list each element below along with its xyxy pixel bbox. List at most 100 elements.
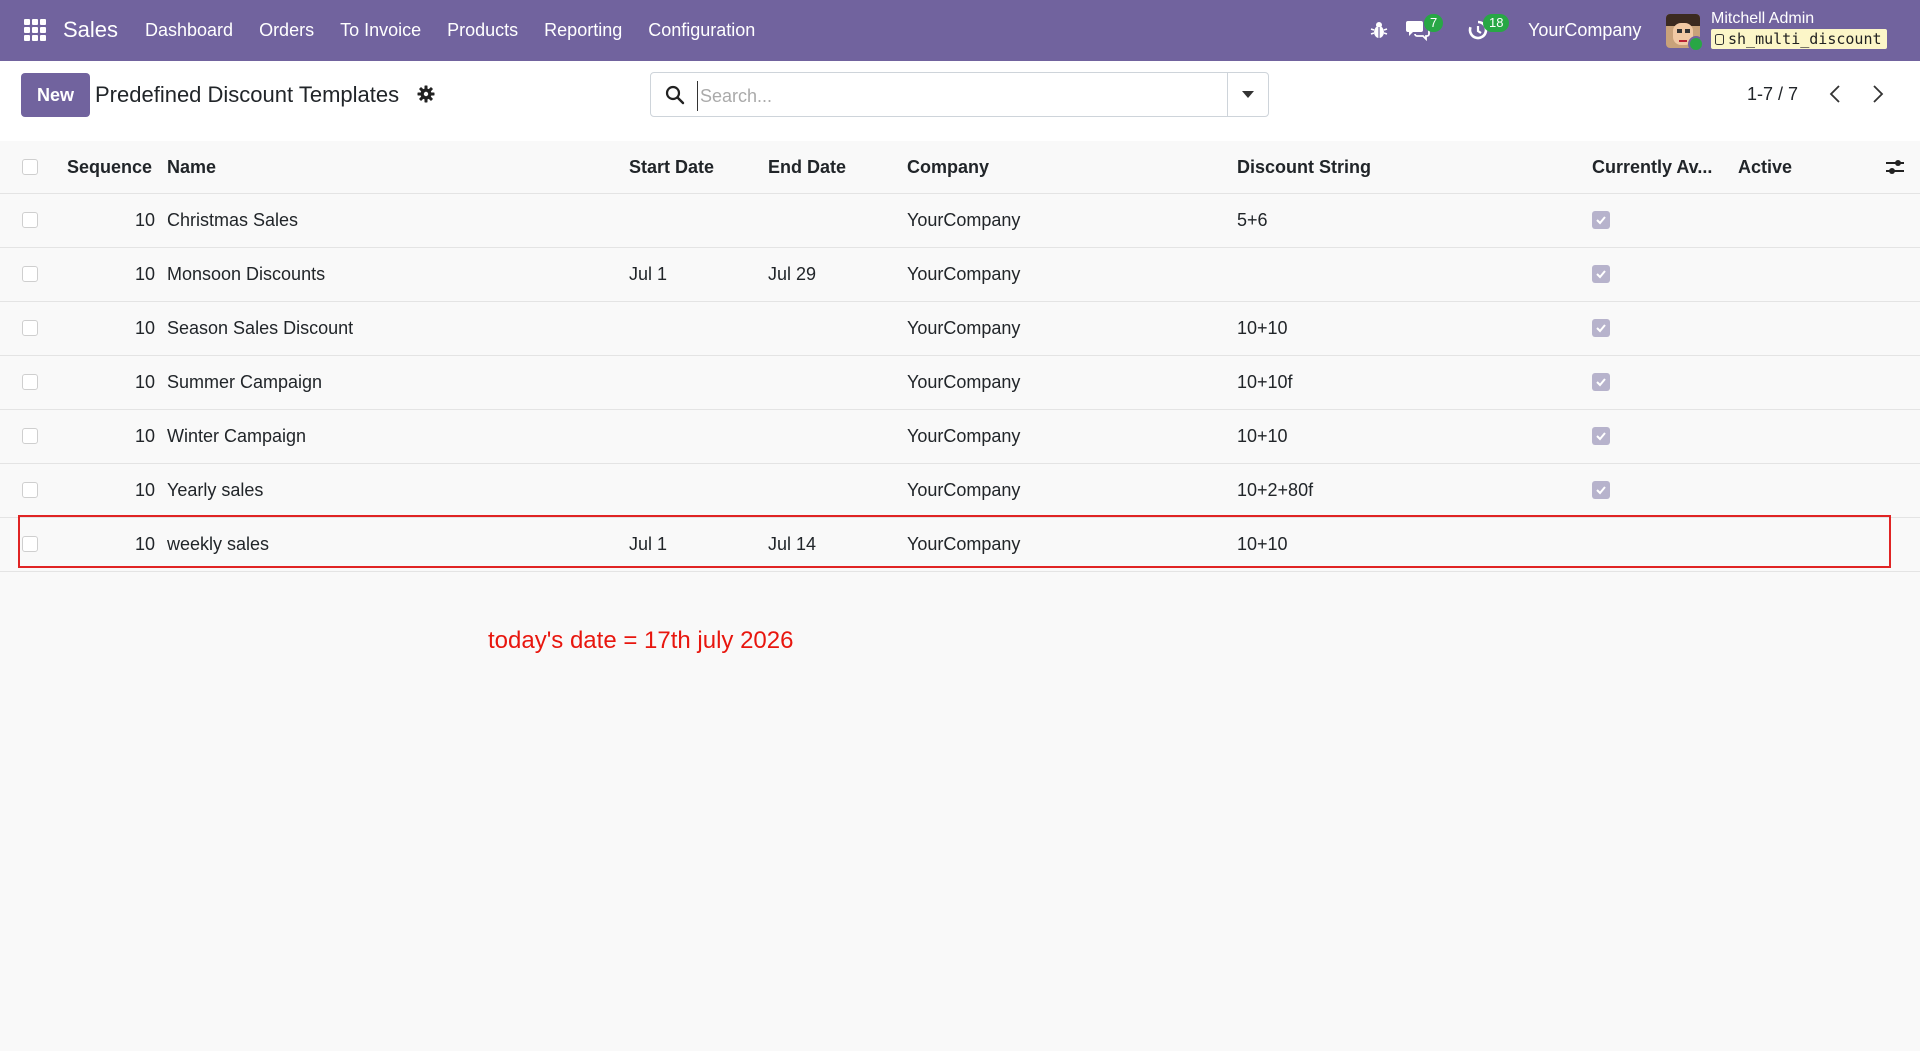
cell-company: YourCompany [907,426,1021,446]
chevron-right-icon [1873,85,1884,103]
new-button[interactable]: New [21,73,90,117]
cell-company: YourCompany [907,480,1021,500]
control-panel: New Predefined Discount Templates Search… [0,61,1920,142]
pager-previous-button[interactable] [1823,81,1849,107]
cell-start-date: Jul 1 [629,264,668,284]
menu-item-dashboard[interactable]: Dashboard [145,20,233,41]
chevron-left-icon [1829,85,1840,103]
checkmark-icon [1596,378,1606,387]
row-checkbox[interactable] [22,266,38,282]
table-row[interactable]: 10 Summer Campaign YourCompany 10+10f [0,356,1920,410]
row-checkbox[interactable] [22,536,38,552]
database-icon [1715,34,1724,45]
table-row[interactable]: 10 weekly sales Jul 1 Jul 14 YourCompany 10+1… [0,518,1920,572]
row-checkbox[interactable] [22,374,38,390]
column-header-end-date[interactable]: End Date [768,141,846,193]
online-status-icon [1688,36,1704,52]
table-row[interactable]: 10 Christmas Sales YourCompany 5+6 [0,194,1920,248]
bug-icon[interactable] [1370,20,1388,45]
annotation-note: today's date = 17th july 2026 [488,627,794,654]
cell-name: Winter Campaign [167,426,307,446]
messages-count-badge: 7 [1424,14,1444,32]
select-all-checkbox[interactable] [22,159,38,175]
currently-available-checkbox [1592,427,1610,445]
cell-discount-string: 10+2+80f [1237,480,1314,500]
cell-end-date: Jul 29 [768,264,817,284]
cell-discount-string: 5+6 [1237,210,1268,230]
cell-sequence: 10 [134,210,155,230]
cell-sequence: 10 [134,534,155,554]
cell-discount-string: 10+10f [1237,372,1293,392]
cell-name: Yearly sales [167,480,264,500]
cell-company: YourCompany [907,318,1021,338]
user-name[interactable]: Mitchell Admin [1711,10,1814,28]
cell-company: YourCompany [907,264,1021,284]
column-header-start-date[interactable]: Start Date [629,141,714,193]
app-name[interactable]: Sales [63,17,118,43]
cell-sequence: 10 [134,426,155,446]
search-options-toggle[interactable] [1227,73,1268,116]
cell-company: YourCompany [907,372,1021,392]
database-badge: sh_multi_discount [1711,29,1887,49]
checkmark-icon [1596,216,1606,225]
table-row[interactable]: 10 Yearly sales YourCompany 10+2+80f [0,464,1920,518]
cell-end-date: Jul 14 [768,534,817,554]
cell-sequence: 10 [134,480,155,500]
database-name: sh_multi_discount [1728,30,1882,48]
cell-name: weekly sales [167,534,270,554]
cell-name: Summer Campaign [167,372,323,392]
cell-name: Season Sales Discount [167,318,354,338]
row-checkbox[interactable] [22,482,38,498]
menu-item-configuration[interactable]: Configuration [648,20,755,41]
optional-columns-icon[interactable] [1885,157,1905,182]
menu-item-reporting[interactable]: Reporting [544,20,622,41]
table-body: 10 Christmas Sales YourCompany 5+6 10 Monsoon… [0,194,1920,572]
table-row[interactable]: 10 Season Sales Discount YourCompany 10+10 [0,302,1920,356]
table-header: Sequence Name Start Date End Date Compan… [0,141,1920,194]
row-checkbox[interactable] [22,212,38,228]
search-input[interactable] [697,81,1202,111]
checkmark-icon [1596,432,1606,441]
gear-icon[interactable] [417,85,435,108]
pager-value[interactable]: 1-7 / 7 [1747,84,1798,105]
cell-sequence: 10 [134,318,155,338]
column-header-discount-string[interactable]: Discount String [1237,141,1371,193]
pager-next-button[interactable] [1864,81,1890,107]
currently-available-checkbox [1592,373,1610,391]
checkmark-icon [1596,270,1606,279]
currently-available-checkbox [1592,481,1610,499]
column-header-company[interactable]: Company [907,141,989,193]
row-checkbox[interactable] [22,320,38,336]
cell-name: Monsoon Discounts [167,264,326,284]
column-header-sequence[interactable]: Sequence [67,141,155,193]
list-table: Sequence Name Start Date End Date Compan… [0,141,1920,572]
column-header-currently-available[interactable]: Currently Av... [1592,141,1712,193]
apps-menu-icon[interactable] [24,19,46,41]
caret-down-icon [1242,91,1254,98]
cell-sequence: 10 [134,372,155,392]
cell-discount-string: 10+10 [1237,426,1288,446]
currently-available-checkbox [1592,211,1610,229]
main-menu: Dashboard Orders To Invoice Products Rep… [145,20,781,41]
table-row[interactable]: 10 Winter Campaign YourCompany 10+10 [0,410,1920,464]
column-header-name[interactable]: Name [167,141,216,193]
checkmark-icon [1596,324,1606,333]
top-navbar: Sales Dashboard Orders To Invoice Produc… [0,0,1920,61]
cell-company: YourCompany [907,210,1021,230]
cell-start-date: Jul 1 [629,534,668,554]
activities-count-badge: 18 [1483,14,1510,32]
cell-discount-string: 10+10 [1237,534,1288,554]
cell-company: YourCompany [907,534,1021,554]
cell-sequence: 10 [134,264,155,284]
menu-item-orders[interactable]: Orders [259,20,314,41]
search-icon [665,85,685,110]
column-header-active[interactable]: Active [1738,141,1792,193]
company-switcher[interactable]: YourCompany [1528,20,1641,41]
menu-item-to-invoice[interactable]: To Invoice [340,20,421,41]
table-row[interactable]: 10 Monsoon Discounts Jul 1 Jul 29 YourCompan… [0,248,1920,302]
checkmark-icon [1596,486,1606,495]
search-bar [650,72,1269,117]
currently-available-checkbox [1592,319,1610,337]
row-checkbox[interactable] [22,428,38,444]
menu-item-products[interactable]: Products [447,20,518,41]
